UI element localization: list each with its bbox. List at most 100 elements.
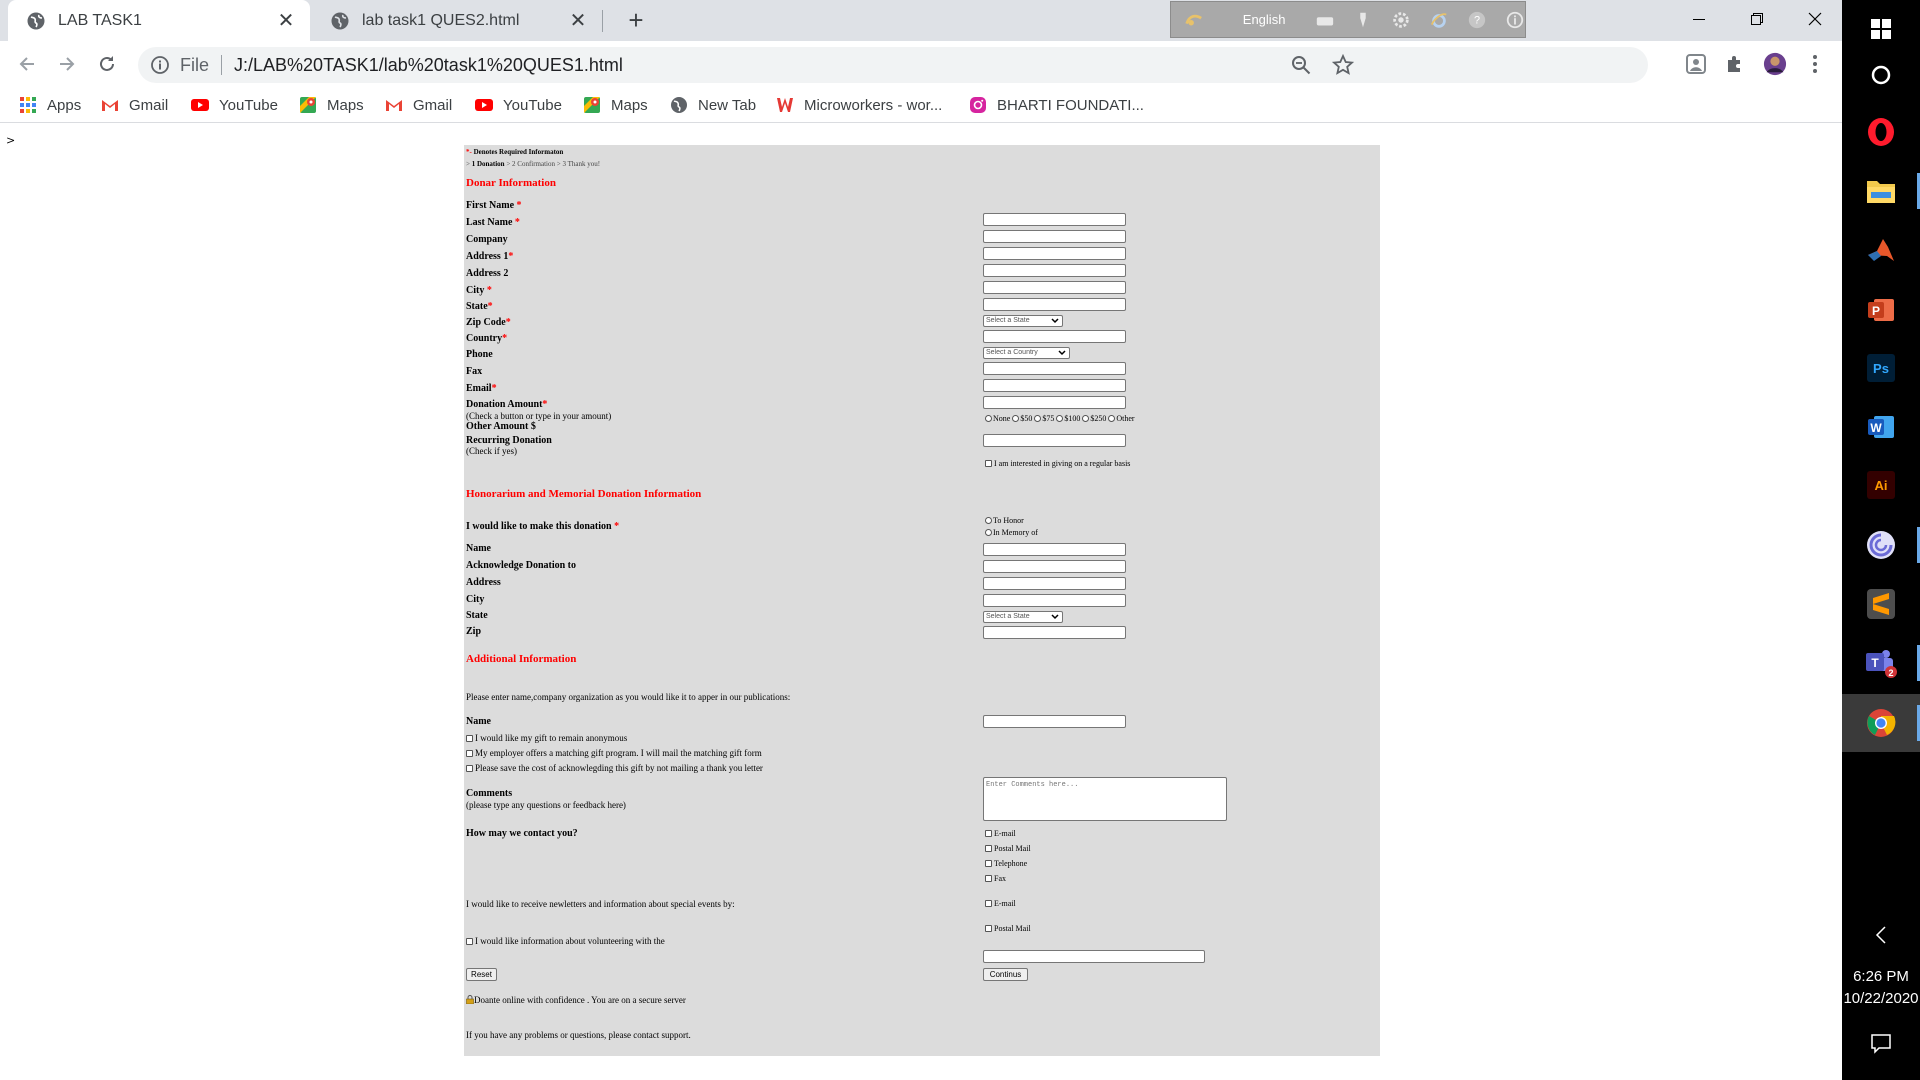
zoom-icon[interactable]: [1290, 54, 1312, 76]
honoree-city-input[interactable]: [983, 594, 1126, 607]
honoree-state-select[interactable]: Select a State: [983, 611, 1063, 623]
show-hidden-icons-button[interactable]: [1842, 906, 1920, 964]
amount-option-none[interactable]: None: [985, 414, 1010, 423]
settings-icon[interactable]: [1391, 9, 1411, 31]
taskbar-illustrator[interactable]: Ai: [1842, 456, 1920, 514]
anonymous-checkbox[interactable]: I would like my gift to remain anonymous: [466, 733, 627, 743]
ime-logo-icon[interactable]: [1183, 8, 1205, 32]
contact-telephone-checkbox[interactable]: Telephone: [985, 859, 1027, 868]
acknowledge-input[interactable]: [983, 560, 1126, 573]
contact-email-checkbox[interactable]: E-mail: [985, 829, 1016, 838]
tab-lab-task1-ques2[interactable]: lab task1 QUES2.html ✕: [312, 0, 602, 41]
taskbar-bittorrent[interactable]: [1842, 516, 1920, 574]
profile-extension-icon[interactable]: [1684, 52, 1708, 76]
taskbar-opera[interactable]: [1842, 103, 1920, 161]
back-button[interactable]: [13, 50, 41, 78]
reload-button[interactable]: [93, 50, 121, 78]
matching-gift-checkbox[interactable]: My employer offers a matching gift progr…: [466, 748, 762, 758]
taskbar-file-explorer[interactable]: [1842, 162, 1920, 220]
no-thank-you-letter-checkbox[interactable]: Please save the cost of acknowlegding th…: [466, 763, 763, 773]
bookmark-youtube[interactable]: YouTube: [191, 87, 278, 123]
help-icon[interactable]: ?: [1467, 9, 1487, 31]
contact-fax-checkbox[interactable]: Fax: [985, 874, 1006, 883]
taskbar-powerpoint[interactable]: P: [1842, 281, 1920, 339]
publication-name-input[interactable]: [983, 715, 1126, 728]
recurring-donation-checkbox[interactable]: I am interested in giving on a regular b…: [985, 459, 1130, 468]
bookmark-youtube[interactable]: YouTube: [475, 87, 562, 123]
amount-option-100[interactable]: $100: [1056, 414, 1080, 423]
bookmark-gmail[interactable]: Gmail: [385, 87, 452, 123]
volunteer-input[interactable]: [983, 950, 1205, 963]
taskbar-chrome[interactable]: [1842, 694, 1920, 752]
info-icon[interactable]: [1505, 9, 1525, 31]
minimize-button[interactable]: [1670, 0, 1728, 38]
first-name-input[interactable]: [983, 213, 1126, 226]
taskbar-word[interactable]: W: [1842, 398, 1920, 456]
honoree-zip-input[interactable]: [983, 626, 1126, 639]
zip-code-input[interactable]: [983, 330, 1126, 343]
newsletter-email-checkbox[interactable]: E-mail: [985, 899, 1016, 908]
language-label[interactable]: English: [1243, 12, 1297, 27]
taskbar-matlab[interactable]: [1842, 222, 1920, 280]
amount-option-other[interactable]: Other: [1108, 414, 1135, 423]
honoree-name-input[interactable]: [983, 543, 1126, 556]
bookmark-maps[interactable]: Maps: [299, 87, 364, 123]
extensions-button[interactable]: [1723, 52, 1747, 76]
amount-option-50[interactable]: $50: [1012, 414, 1032, 423]
system-clock[interactable]: 6:26 PM 10/22/2020: [1842, 966, 1920, 1010]
bookmark-bharti-foundation[interactable]: BHARTI FOUNDATI...: [969, 87, 1144, 123]
bookmark-gmail[interactable]: Gmail: [101, 87, 168, 123]
newsletter-postal-checkbox[interactable]: Postal Mail: [985, 924, 1031, 933]
honoree-state-label: State: [466, 610, 488, 621]
in-memory-radio[interactable]: In Memory of: [985, 528, 1038, 537]
info-icon[interactable]: [150, 55, 170, 75]
continue-button[interactable]: Continus: [983, 968, 1028, 981]
address-bar[interactable]: File J:/LAB%20TASK1/lab%20task1%20QUES1.…: [138, 47, 1648, 83]
bookmark-apps[interactable]: Apps: [19, 87, 81, 123]
comments-textarea[interactable]: Enter Comments here...: [983, 777, 1227, 821]
email-input[interactable]: [983, 396, 1126, 409]
fax-input[interactable]: [983, 379, 1126, 392]
bookmark-microworkers[interactable]: Microworkers - wor...: [776, 87, 942, 123]
bookmark-maps[interactable]: Maps: [583, 87, 648, 123]
url-text[interactable]: J:/LAB%20TASK1/lab%20task1%20QUES1.html: [234, 55, 623, 76]
country-select[interactable]: Select a Country: [983, 347, 1070, 359]
company-input[interactable]: [983, 247, 1126, 260]
amount-option-75[interactable]: $75: [1034, 414, 1054, 423]
close-window-button[interactable]: [1786, 0, 1842, 38]
chrome-menu-button[interactable]: [1803, 52, 1827, 76]
volunteer-checkbox[interactable]: I would like information about volunteer…: [466, 936, 665, 946]
to-honor-radio[interactable]: To Honor: [985, 516, 1024, 525]
honoree-address-input[interactable]: [983, 577, 1126, 590]
taskbar-sublime-text[interactable]: [1842, 575, 1920, 633]
other-amount-input[interactable]: [983, 434, 1126, 447]
close-tab-icon[interactable]: ✕: [274, 9, 298, 33]
tab-lab-task1[interactable]: LAB TASK1 ✕: [8, 0, 310, 41]
taskbar-photoshop[interactable]: Ps: [1842, 339, 1920, 397]
restore-button[interactable]: [1728, 0, 1786, 38]
taskbar-teams[interactable]: T2: [1842, 634, 1920, 692]
city-input[interactable]: [983, 298, 1126, 311]
forward-button[interactable]: [53, 50, 81, 78]
last-name-input[interactable]: [983, 230, 1126, 243]
close-tab-icon[interactable]: ✕: [566, 9, 590, 33]
sublime-text-icon: [1867, 589, 1895, 619]
taskbar-cortana[interactable]: [1842, 46, 1920, 104]
address1-input[interactable]: [983, 264, 1126, 277]
first-name-label: First Name *: [466, 200, 522, 211]
bookmark-star-icon[interactable]: [1332, 54, 1354, 76]
address2-input[interactable]: [983, 281, 1126, 294]
profile-avatar[interactable]: [1763, 52, 1787, 76]
action-center-button[interactable]: [1842, 1014, 1920, 1072]
keyboard-icon[interactable]: [1315, 9, 1335, 31]
amount-option-250[interactable]: $250: [1082, 414, 1106, 423]
contact-postal-checkbox[interactable]: Postal Mail: [985, 844, 1031, 853]
reset-button[interactable]: Reset: [466, 968, 497, 981]
state-select[interactable]: Select a State: [983, 315, 1063, 327]
globe-icon: [27, 12, 45, 29]
bookmark-new-tab[interactable]: New Tab: [670, 87, 756, 123]
new-tab-button[interactable]: +: [622, 5, 650, 35]
internet-explorer-icon[interactable]: [1429, 9, 1449, 31]
phone-input[interactable]: [983, 362, 1126, 375]
pen-icon[interactable]: [1353, 9, 1373, 31]
